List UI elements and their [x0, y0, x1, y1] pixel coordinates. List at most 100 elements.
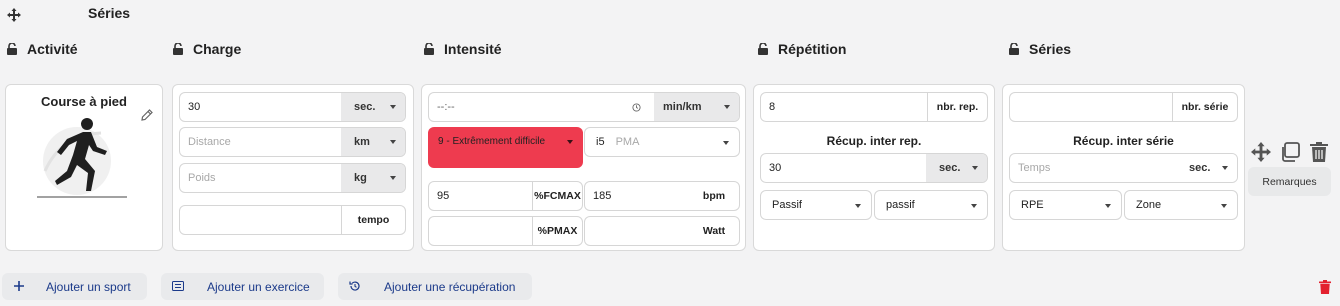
rep-count-field[interactable]: 8 nbr. rep.: [760, 92, 988, 122]
bpm-field[interactable]: 185 bpm: [584, 181, 740, 211]
delete-trash-icon[interactable]: [1319, 280, 1331, 294]
chevron-down-icon: [567, 140, 573, 144]
select-value: RPE: [1021, 199, 1044, 211]
unit-label: sec.: [939, 162, 961, 174]
column-header-series: Séries: [1009, 41, 1071, 57]
chevron-down-icon: [1222, 166, 1228, 170]
column-title: Charge: [193, 41, 242, 57]
activity-card[interactable]: Course à pied: [5, 84, 163, 251]
column-title: Répétition: [778, 41, 847, 57]
chevron-down-icon: [1105, 204, 1111, 208]
weight-placeholder[interactable]: Poids: [180, 172, 341, 184]
column-header-repetition: Répétition: [758, 41, 846, 57]
weight-field[interactable]: Poids kg: [179, 163, 406, 193]
column-header-activite: Activité: [7, 41, 78, 57]
distance-placeholder[interactable]: Distance: [180, 136, 341, 148]
add-recovery-button[interactable]: Ajouter une récupération: [338, 273, 532, 300]
weight-unit-select[interactable]: kg: [341, 164, 405, 192]
rep-recovery-field[interactable]: 30 sec.: [760, 153, 988, 183]
unit-label: min/km: [663, 101, 702, 113]
unlock-icon[interactable]: [7, 43, 17, 55]
distance-field[interactable]: Distance km: [179, 127, 406, 157]
unlock-icon[interactable]: [424, 43, 434, 55]
history-icon: [349, 281, 360, 291]
unit-label: km: [354, 136, 370, 148]
add-exercise-button[interactable]: Ajouter un exercice: [161, 273, 324, 300]
add-sport-button[interactable]: Ajouter un sport: [2, 273, 147, 300]
button-label: Ajouter un sport: [46, 279, 131, 294]
charge-panel: 30 sec. Distance km Poids kg tempo: [172, 84, 414, 251]
trash-icon[interactable]: [1310, 142, 1328, 162]
rep-recovery-unit-select[interactable]: sec.: [926, 154, 987, 182]
series-recovery-title: Récup. inter série: [1073, 134, 1174, 148]
button-label: Ajouter une récupération: [384, 279, 516, 294]
rep-recovery-value[interactable]: 30: [761, 162, 926, 174]
series-recovery-placeholder[interactable]: Temps: [1010, 162, 1176, 174]
column-title: Séries: [1029, 41, 1072, 57]
pace-placeholder[interactable]: --:--: [429, 101, 632, 113]
chevron-down-icon: [855, 204, 861, 208]
intensity-panel: --:-- min/km 9 - Extrêmement difficile i…: [421, 84, 746, 251]
zone-select[interactable]: i5 PMA: [584, 127, 740, 157]
list-icon: [172, 281, 184, 291]
pace-unit-select[interactable]: min/km: [654, 93, 739, 121]
rpe-select[interactable]: 9 - Extrêmement difficile: [428, 127, 583, 168]
chevron-down-icon: [390, 105, 396, 109]
rep-mode-select-1[interactable]: Passif: [760, 190, 872, 220]
rep-mode-select-2[interactable]: passif: [874, 190, 988, 220]
series-panel: nbr. série Récup. inter série Temps sec.…: [1002, 84, 1245, 251]
fcmax-value[interactable]: 95: [429, 190, 532, 202]
repetition-panel: 8 nbr. rep. Récup. inter rep. 30 sec. Pa…: [753, 84, 995, 251]
runner-icon: [37, 118, 127, 198]
activity-name: Course à pied: [41, 94, 127, 109]
distance-unit-select[interactable]: km: [341, 128, 405, 156]
remarks-button[interactable]: Remarques: [1248, 167, 1331, 196]
tempo-field[interactable]: tempo: [179, 205, 406, 235]
rpe-selected: 9 - Extrêmement difficile: [438, 136, 546, 147]
column-header-intensite: Intensité: [424, 41, 502, 57]
rep-count-value[interactable]: 8: [761, 101, 927, 113]
watt-unit: Watt: [702, 225, 726, 237]
watt-field[interactable]: Watt: [584, 216, 740, 246]
zone-code: i5: [596, 136, 605, 148]
column-header-charge: Charge: [173, 41, 241, 57]
move-icon[interactable]: [1251, 142, 1271, 162]
unlock-icon[interactable]: [1009, 43, 1019, 55]
move-icon[interactable]: [7, 8, 21, 22]
tempo-label: tempo: [341, 206, 405, 234]
unlock-icon[interactable]: [758, 43, 768, 55]
fcmax-unit: %FCMAX: [532, 182, 582, 210]
series-zone-select[interactable]: Zone: [1124, 190, 1238, 220]
pmax-field[interactable]: %PMAX: [428, 216, 583, 246]
chevron-down-icon: [390, 176, 396, 180]
chevron-down-icon: [723, 141, 729, 145]
bpm-value[interactable]: 185: [585, 190, 689, 202]
series-rpe-select[interactable]: RPE: [1009, 190, 1122, 220]
duplicate-icon[interactable]: [1280, 142, 1300, 162]
clock-icon[interactable]: [632, 102, 641, 112]
duration-value[interactable]: 30: [180, 101, 341, 113]
column-title: Intensité: [444, 41, 502, 57]
page-title: Séries: [88, 5, 131, 21]
pace-field[interactable]: --:-- min/km: [428, 92, 740, 122]
series-count-field[interactable]: nbr. série: [1009, 92, 1238, 122]
chevron-down-icon: [971, 204, 977, 208]
series-recovery-field[interactable]: Temps sec.: [1009, 153, 1238, 183]
select-value: Zone: [1136, 199, 1162, 211]
chevron-down-icon: [390, 140, 396, 144]
edit-pencil-icon[interactable]: [141, 109, 153, 121]
chevron-down-icon: [724, 105, 730, 109]
unlock-icon[interactable]: [173, 43, 183, 55]
fcmax-field[interactable]: 95 %FCMAX: [428, 181, 583, 211]
rep-count-unit: nbr. rep.: [927, 93, 987, 121]
zone-label: PMA: [615, 136, 640, 148]
unit-label: kg: [354, 172, 367, 184]
series-count-unit: nbr. série: [1172, 93, 1237, 121]
duration-field[interactable]: 30 sec.: [179, 92, 406, 122]
chevron-down-icon: [972, 166, 978, 170]
pmax-unit: %PMAX: [532, 217, 582, 245]
unit-label: sec.: [1189, 162, 1211, 174]
series-recovery-unit-select[interactable]: sec.: [1176, 154, 1237, 182]
plus-icon: [14, 281, 24, 291]
duration-unit-select[interactable]: sec.: [341, 93, 405, 121]
